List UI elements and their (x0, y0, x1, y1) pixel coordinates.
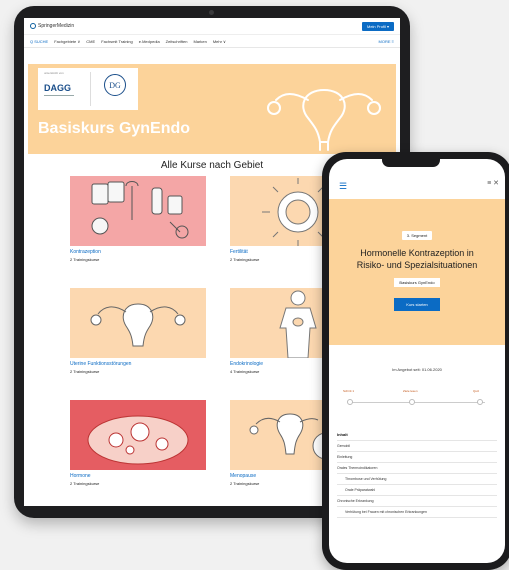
tablet-camera (209, 10, 214, 15)
profile-button[interactable]: Mein Profil ▾ (361, 21, 394, 31)
step-dot-2 (409, 399, 415, 405)
phone-device: ☰ ≡ ✕ 3. Segment Hormonelle Kontrazeptio… (322, 152, 509, 570)
hero-title: Basiskurs GynEndo (38, 120, 191, 137)
step-dot-3 (477, 399, 483, 405)
dggef-logo: DG (104, 74, 126, 96)
toc-heading: Inhalt (337, 429, 497, 441)
step-label-2[interactable]: Ziele lesen (403, 389, 418, 393)
sponsor-divider (90, 72, 91, 106)
toc-subitem[interactable]: Orale Präparatwahl (337, 485, 497, 496)
toc-subitem[interactable]: Verhütung bei Frauen mit chronischen Erk… (337, 507, 497, 518)
nav-cme[interactable]: CME (86, 39, 95, 44)
ovary-follicles-icon (87, 415, 189, 465)
toc-item[interactable]: Einleitung (337, 452, 497, 463)
uterus-illustration-icon (267, 88, 381, 151)
nav-fachgebiete[interactable]: Fachgebiete ∨ (54, 39, 80, 44)
toc-subitem[interactable]: Thrombose und Verhütung (337, 474, 497, 485)
toc-item[interactable]: Orales Thermoindikatoren (337, 463, 497, 474)
segment-badge: 3. Segment (401, 231, 433, 240)
contraceptives-icon (91, 181, 189, 239)
phone-screen: ☰ ≡ ✕ 3. Segment Hormonelle Kontrazeptio… (329, 159, 505, 563)
nav-more-menu[interactable]: MORE ≡ (379, 39, 394, 44)
header-icons[interactable]: ≡ ✕ (487, 179, 499, 187)
progress-line (349, 402, 485, 403)
segment-title: Hormonelle Kontrazeption in Risiko- und … (329, 247, 505, 271)
toc-item[interactable]: Gemobil (337, 441, 497, 452)
dagg-logo-underline (44, 95, 74, 96)
site-header: SpringerMedizin Mein Profil ▾ (24, 18, 400, 35)
course-badge: Basiskurs GynEndo (394, 278, 440, 287)
card-subtitle: 2 Trainingskurse (70, 481, 100, 486)
sponsor-caption: unterstützt von (44, 71, 64, 75)
course-card-kontrazeption[interactable]: Kontrazeption 2 Trainingskurse (70, 176, 206, 274)
logo-text: SpringerMedizin (38, 23, 75, 29)
nav-zeitschriften[interactable]: Zeitschriften (166, 39, 188, 44)
nav-marken[interactable]: Marken (193, 39, 206, 44)
main-nav: Q SUCHE Fachgebiete ∨ CME Fachsmit Train… (24, 35, 400, 48)
start-course-button[interactable]: Kurs starten (394, 298, 440, 311)
toc-item[interactable]: Chronische Erkrankung (337, 496, 497, 507)
segment-hero: 3. Segment Hormonelle Kontrazeption in R… (329, 199, 505, 345)
nav-mehr[interactable]: Mehr ∨ (213, 39, 226, 44)
segment-title-line-2: Risiko- und Spezialsituationen (356, 260, 478, 270)
card-title[interactable]: Kontrazeption (70, 249, 206, 255)
card-title[interactable]: Hormone (70, 473, 206, 479)
table-of-contents: Inhalt Gemobil Einleitung Orales Thermoi… (337, 429, 497, 518)
springer-logo[interactable]: SpringerMedizin (30, 23, 74, 29)
uterus-icon (90, 303, 186, 347)
springer-logo-icon (30, 23, 36, 29)
course-card-hormone[interactable]: Hormone 2 Trainingskurse (70, 400, 206, 498)
segment-title-line-1: Hormonelle Kontrazeption in (360, 248, 474, 258)
card-image (70, 288, 206, 358)
card-image (70, 400, 206, 470)
step-label-3[interactable]: Quiz (473, 389, 479, 393)
step-dot-1 (347, 399, 353, 405)
nav-training[interactable]: Fachsmit Training (101, 39, 133, 44)
card-subtitle: 2 Trainingskurse (70, 257, 100, 262)
phone-notch (382, 157, 440, 167)
nav-search[interactable]: Q SUCHE (30, 39, 48, 44)
dagg-logo: DAGG (44, 83, 71, 93)
card-image (70, 176, 206, 246)
hamburger-menu-icon[interactable]: ☰ (339, 181, 347, 192)
nav-emedpedia[interactable]: e.Medpedia (139, 39, 160, 44)
sponsor-box: unterstützt von DAGG DG (38, 68, 138, 110)
step-label-1[interactable]: Schritt 1 (343, 389, 354, 393)
progress-steps: Schritt 1 Ziele lesen Quiz (343, 389, 491, 409)
availability-text: Im Angebot seit: 01.06.2020 (392, 367, 442, 372)
course-hero-banner: unterstützt von DAGG DG Basiskurs GynEnd… (28, 64, 396, 154)
course-card-uterine-funktionsstoerungen[interactable]: Uterine Funktionsstörungen 2 Trainingsku… (70, 288, 206, 386)
card-title[interactable]: Uterine Funktionsstörungen (70, 361, 206, 367)
card-subtitle: 2 Trainingskurse (70, 369, 100, 374)
